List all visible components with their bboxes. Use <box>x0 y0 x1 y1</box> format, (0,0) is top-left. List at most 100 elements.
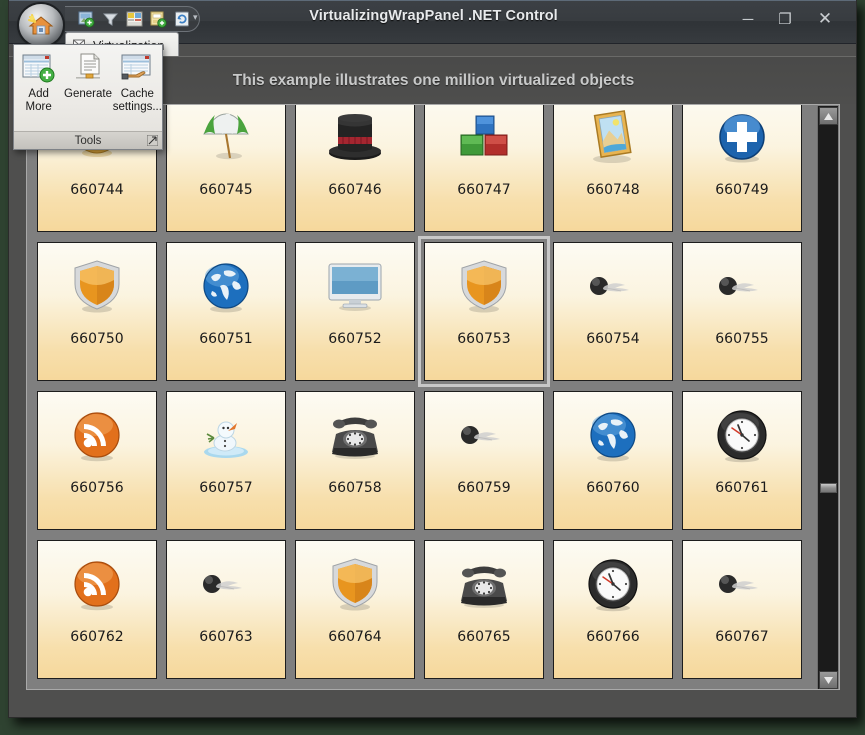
generate-label: Generate <box>64 88 112 100</box>
item-card[interactable]: 660764 <box>295 540 415 679</box>
item-card[interactable]: 660762 <box>37 540 157 679</box>
item-card[interactable] <box>37 689 157 690</box>
document-generate-icon <box>71 51 105 85</box>
item-card[interactable]: 660760 <box>553 391 673 530</box>
item-card[interactable]: 660746 <box>295 105 415 232</box>
grid-item-660747[interactable]: 660747 <box>424 105 544 232</box>
page-title: This example illustrates one million vir… <box>232 71 635 89</box>
grid-item-660758[interactable]: 660758 <box>295 391 415 530</box>
window-hand-icon <box>120 51 154 85</box>
refresh-box-icon[interactable] <box>171 9 193 30</box>
item-card[interactable]: 660751 <box>166 242 286 381</box>
comet-icon <box>683 243 801 331</box>
item-card[interactable]: 660745 <box>166 105 286 232</box>
grid-item-660756[interactable]: 660756 <box>37 391 157 530</box>
maximize-button[interactable]: ❐ <box>770 6 800 32</box>
vscroll-thumb[interactable] <box>820 483 837 493</box>
grid-item-660757[interactable]: 660757 <box>166 391 286 530</box>
grid-item-660750[interactable]: 660750 <box>37 242 157 381</box>
item-card[interactable] <box>682 689 802 690</box>
grid-item-660749[interactable]: 660749 <box>682 105 802 232</box>
item-card[interactable]: 660756 <box>37 391 157 530</box>
add-more-button[interactable]: Add More <box>16 51 62 114</box>
item-label: 660748 <box>586 182 640 198</box>
qat-overflow-icon[interactable]: ▾ <box>193 12 198 23</box>
grid-item-660766[interactable]: 660766 <box>553 540 673 679</box>
grid-item-660745[interactable]: 660745 <box>166 105 286 232</box>
item-label: 660756 <box>70 480 124 496</box>
grid-item-660772[interactable] <box>553 689 673 690</box>
item-card[interactable]: 660749 <box>682 105 802 232</box>
item-card[interactable]: 660750 <box>37 242 157 381</box>
item-card[interactable]: 660757 <box>166 391 286 530</box>
ribbon-group-title: Tools <box>14 131 162 149</box>
item-label: 660745 <box>199 182 253 198</box>
scroll-down-button[interactable] <box>819 671 838 689</box>
grid-item-660751[interactable]: 660751 <box>166 242 286 381</box>
chevron-up-icon <box>824 112 833 120</box>
close-button[interactable]: ✕ <box>810 6 840 32</box>
item-label: 660750 <box>70 331 124 347</box>
item-card[interactable]: 660747 <box>424 105 544 232</box>
grid-item-660767[interactable]: 660767 <box>682 540 802 679</box>
grid-item-660773[interactable] <box>682 689 802 690</box>
item-card[interactable]: 660763 <box>166 540 286 679</box>
item-label: 660747 <box>457 182 511 198</box>
add-image-icon[interactable] <box>75 9 97 30</box>
layout-icon[interactable] <box>123 9 145 30</box>
telephone-icon <box>296 392 414 480</box>
item-card[interactable]: 660759 <box>424 391 544 530</box>
item-card[interactable]: 660755 <box>682 242 802 381</box>
items-viewport[interactable]: 660744 660745 660746 660747 660748 66074… <box>26 104 840 690</box>
grid-item-660753[interactable]: 660753 <box>418 236 550 387</box>
grid-item-660771[interactable] <box>424 689 544 690</box>
generate-button[interactable]: Generate <box>64 51 112 101</box>
item-card[interactable] <box>295 689 415 690</box>
item-card[interactable]: 660767 <box>682 540 802 679</box>
item-card[interactable]: 660752 <box>295 242 415 381</box>
grid-item-660760[interactable]: 660760 <box>553 391 673 530</box>
scroll-up-button[interactable] <box>819 107 838 125</box>
grid-item-660746[interactable]: 660746 <box>295 105 415 232</box>
item-card[interactable] <box>166 689 286 690</box>
dialog-launcher-icon[interactable] <box>147 135 158 146</box>
grid-item-660748[interactable]: 660748 <box>553 105 673 232</box>
grid-item-660759[interactable]: 660759 <box>424 391 544 530</box>
item-label: 660767 <box>715 629 769 645</box>
item-card[interactable]: 660748 <box>553 105 673 232</box>
item-card[interactable]: 660761 <box>682 391 802 530</box>
vertical-scrollbar[interactable] <box>817 106 838 689</box>
cache-settings-label: Cache settings... <box>112 88 162 113</box>
item-label: 660749 <box>715 182 769 198</box>
grid-item-660763[interactable]: 660763 <box>166 540 286 679</box>
grid-item-660755[interactable]: 660755 <box>682 242 802 381</box>
chevron-down-icon <box>824 676 833 684</box>
grid-item-660768[interactable] <box>37 689 157 690</box>
item-card[interactable] <box>553 689 673 690</box>
item-card[interactable]: 660758 <box>295 391 415 530</box>
clock-icon <box>554 541 672 629</box>
item-card[interactable]: 660754 <box>553 242 673 381</box>
grid-item-660765[interactable]: 660765 <box>424 540 544 679</box>
grid-item-660769[interactable] <box>166 689 286 690</box>
grid-item-660752[interactable]: 660752 <box>295 242 415 381</box>
add-page-icon[interactable] <box>147 9 169 30</box>
minimize-button[interactable]: ─ <box>733 6 763 32</box>
item-label: 660751 <box>199 331 253 347</box>
item-card[interactable]: 660766 <box>553 540 673 679</box>
grid-item-660762[interactable]: 660762 <box>37 540 157 679</box>
grid-item-660770[interactable] <box>295 689 415 690</box>
cache-settings-button[interactable]: Cache settings... <box>112 51 162 114</box>
item-card[interactable]: 660753 <box>424 242 544 381</box>
melting-snowman-icon <box>167 392 285 480</box>
filter-icon[interactable] <box>99 9 121 30</box>
grid-item-660761[interactable]: 660761 <box>682 391 802 530</box>
item-card[interactable] <box>424 689 544 690</box>
rss-icon <box>38 541 156 629</box>
grid-item-660764[interactable]: 660764 <box>295 540 415 679</box>
window-add-icon <box>22 51 56 85</box>
item-card[interactable]: 660765 <box>424 540 544 679</box>
grid-item-660754[interactable]: 660754 <box>553 242 673 381</box>
item-label: 660761 <box>715 480 769 496</box>
telephone-icon <box>425 541 543 629</box>
